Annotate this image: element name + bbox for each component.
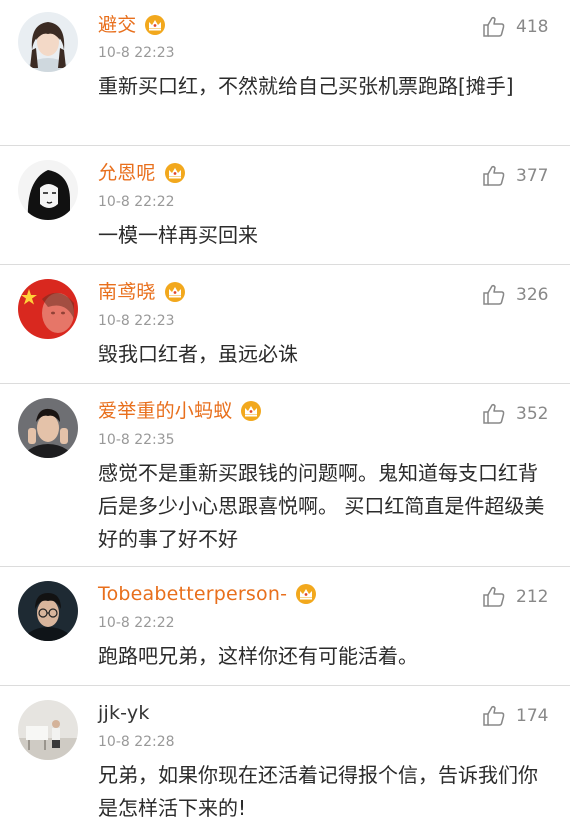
crown-badge-icon: [164, 281, 186, 303]
thumbs-up-icon: [482, 164, 506, 188]
timestamp: 10-8 22:35: [98, 432, 175, 448]
username[interactable]: jjk-yk: [98, 700, 150, 726]
name-row: 南鸢晓: [98, 279, 186, 305]
boy-glasses-avatar-icon: [18, 581, 78, 641]
thumbs-up-icon: [482, 585, 506, 609]
like-button[interactable]: 418: [482, 14, 550, 40]
avatar[interactable]: [18, 160, 78, 220]
piano-room-avatar-icon: [18, 700, 78, 760]
man-portrait-avatar-icon: [18, 398, 78, 458]
comment-text: 重新买口红，不然就给自己买张机票跑路[摊手]: [98, 74, 514, 98]
username[interactable]: Tobeabetterperson-: [98, 581, 287, 607]
name-row: 避交: [98, 12, 166, 38]
avatar[interactable]: [18, 279, 78, 339]
like-button[interactable]: 174: [482, 703, 550, 729]
name-row: 允恩呢: [98, 160, 186, 186]
like-count: 212: [516, 587, 549, 607]
comment-item: Tobeabetterperson- 10-8 22:22 跑路吧兄弟，这样你还…: [0, 567, 570, 686]
timestamp: 10-8 22:22: [98, 194, 175, 210]
name-row: jjk-yk: [98, 700, 150, 726]
thumbs-up-icon: [482, 704, 506, 728]
avatar[interactable]: [18, 398, 78, 458]
comment-text: 兄弟，如果你现在还活着记得报个信，告诉我们你是怎样活下来的!: [98, 763, 538, 820]
sketch-portrait-avatar-icon: [18, 160, 78, 220]
name-row: Tobeabetterperson-: [98, 581, 317, 607]
crown-badge-icon: [144, 14, 166, 36]
avatar[interactable]: [18, 700, 78, 760]
crown-badge-icon: [295, 583, 317, 605]
like-button[interactable]: 326: [482, 282, 550, 308]
flag-face-avatar-icon: [18, 279, 78, 339]
comment-text: 跑路吧兄弟，这样你还有可能活着。: [98, 644, 418, 668]
username[interactable]: 南鸢晓: [98, 279, 156, 305]
comment-item: 爱举重的小蚂蚁 10-8 22:35 感觉不是重新买跟钱的问题啊。鬼知道每支口红…: [0, 384, 570, 567]
comment-item: 南鸢晓 10-8 22:23 毁我口红者，虽远必诛 326: [0, 265, 570, 384]
comment-text: 感觉不是重新买跟钱的问题啊。鬼知道每支口红背后是多少小心思跟喜悦啊。 买口红简直…: [98, 461, 545, 551]
like-button[interactable]: 377: [482, 163, 550, 189]
avatar[interactable]: [18, 581, 78, 641]
crown-badge-icon: [240, 400, 262, 422]
like-count: 352: [516, 404, 549, 424]
username[interactable]: 避交: [98, 12, 136, 38]
name-row: 爱举重的小蚂蚁: [98, 398, 262, 424]
comment-list: 避交 10-8 22:23 重新买口红，不然就给自己买张机票跑路[摊手] 418: [0, 0, 570, 827]
comment-text: 毁我口红者，虽远必诛: [98, 342, 298, 366]
thumbs-up-icon: [482, 283, 506, 307]
like-button[interactable]: 212: [482, 584, 550, 610]
timestamp: 10-8 22:28: [98, 734, 175, 750]
timestamp: 10-8 22:22: [98, 615, 175, 631]
comment-item: 允恩呢 10-8 22:22 一模一样再买回来 377: [0, 146, 570, 265]
timestamp: 10-8 22:23: [98, 45, 175, 61]
like-count: 418: [516, 17, 549, 37]
comment-item: 避交 10-8 22:23 重新买口红，不然就给自己买张机票跑路[摊手] 418: [0, 0, 570, 146]
comment-item: jjk-yk 10-8 22:28 兄弟，如果你现在还活着记得报个信，告诉我们你…: [0, 686, 570, 827]
username[interactable]: 允恩呢: [98, 160, 156, 186]
like-count: 326: [516, 285, 549, 305]
avatar[interactable]: [18, 12, 78, 72]
thumbs-up-icon: [482, 402, 506, 426]
crown-badge-icon: [164, 162, 186, 184]
comment-text: 一模一样再买回来: [98, 223, 258, 247]
timestamp: 10-8 22:23: [98, 313, 175, 329]
like-count: 377: [516, 166, 549, 186]
username[interactable]: 爱举重的小蚂蚁: [98, 398, 232, 424]
like-count: 174: [516, 706, 549, 726]
girl-portrait-avatar-icon: [18, 12, 78, 72]
thumbs-up-icon: [482, 15, 506, 39]
like-button[interactable]: 352: [482, 401, 550, 427]
